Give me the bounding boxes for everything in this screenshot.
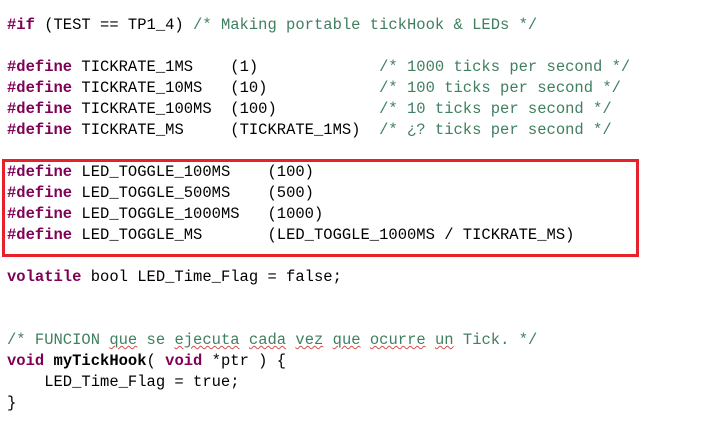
- macro-name: TICKRATE_1MS: [72, 58, 231, 76]
- keyword: #if: [7, 16, 35, 34]
- macro-name: TICKRATE_100MS: [72, 100, 231, 118]
- macro-name: LED_TOGGLE_1000MS: [72, 205, 268, 223]
- define-tickrate-10ms: #define TICKRATE_10MS (10) /* 100 ticks …: [7, 78, 621, 98]
- define-led-toggle-500ms: #define LED_TOGGLE_500MS (500): [7, 183, 314, 203]
- comment-word: un: [434, 331, 454, 349]
- macro-value: (TICKRATE_1MS): [230, 121, 380, 139]
- code-editor[interactable]: #if (TEST == TP1_4) /* Making portable t…: [0, 0, 727, 436]
- comment-word: que: [332, 331, 361, 349]
- code-text: *ptr ) {: [202, 352, 287, 370]
- macro-value: (1): [230, 58, 380, 76]
- comment-text: [361, 331, 370, 349]
- comment-text: /* FUNCION: [7, 331, 110, 349]
- volatile-declaration: volatile bool LED_Time_Flag = false;: [7, 267, 342, 287]
- keyword: volatile: [7, 268, 82, 286]
- define-led-toggle-1000ms: #define LED_TOGGLE_1000MS (1000): [7, 204, 323, 224]
- comment-word: que: [109, 331, 138, 349]
- code-comment: /* ¿? ticks per second */: [379, 121, 612, 139]
- keyword: #define: [7, 100, 73, 118]
- keyword: void: [165, 352, 203, 370]
- comment-text: se: [137, 331, 175, 349]
- code-comment: /* 1000 ticks per second */: [379, 58, 631, 76]
- macro-name: TICKRATE_10MS: [72, 79, 231, 97]
- keyword: #define: [7, 121, 73, 139]
- comment-word: cada: [248, 331, 287, 349]
- macro-value: (500): [267, 184, 314, 202]
- comment-text: [426, 331, 435, 349]
- comment-word: ocurre: [369, 331, 426, 349]
- comment-text: Tick. */: [453, 331, 538, 349]
- macro-value: (100): [230, 100, 380, 118]
- function-comment: /* FUNCION que se ejecuta cada vez que o…: [7, 330, 537, 350]
- comment-text: [323, 331, 332, 349]
- define-tickrate-ms: #define TICKRATE_MS (TICKRATE_1MS) /* ¿?…: [7, 120, 612, 140]
- comment-text: [240, 331, 249, 349]
- define-led-toggle-100ms: #define LED_TOGGLE_100MS (100): [7, 162, 314, 182]
- macro-value: (1000): [267, 205, 324, 223]
- macro-name: LED_TOGGLE_500MS: [72, 184, 268, 202]
- define-led-toggle-ms: #define LED_TOGGLE_MS (LED_TOGGLE_1000MS…: [7, 225, 574, 245]
- keyword: #define: [7, 205, 73, 223]
- comment-word: ejecuta: [174, 331, 240, 349]
- define-tickrate-1ms: #define TICKRATE_1MS (1) /* 1000 ticks p…: [7, 57, 630, 77]
- keyword: #define: [7, 226, 73, 244]
- function-body-line: LED_Time_Flag = true;: [7, 373, 240, 391]
- code-line-if: #if (TEST == TP1_4) /* Making portable t…: [7, 15, 537, 35]
- code-comment: /* 100 ticks per second */: [379, 79, 621, 97]
- macro-name: TICKRATE_MS: [72, 121, 231, 139]
- closing-brace: }: [7, 394, 17, 412]
- keyword: #define: [7, 58, 73, 76]
- code-comment: /* Making portable tickHook & LEDs */: [193, 16, 538, 34]
- code-comment: /* 10 ticks per second */: [379, 100, 612, 118]
- code-text: bool LED_Time_Flag = false;: [81, 268, 342, 286]
- function-signature: void myTickHook( void *ptr ) {: [7, 351, 286, 371]
- keyword: void: [7, 352, 45, 370]
- function-name: myTickHook: [44, 352, 147, 370]
- define-tickrate-100ms: #define TICKRATE_100MS (100) /* 10 ticks…: [7, 99, 612, 119]
- keyword: #define: [7, 79, 73, 97]
- keyword: #define: [7, 163, 73, 181]
- keyword: #define: [7, 184, 73, 202]
- macro-name: LED_TOGGLE_MS: [72, 226, 268, 244]
- code-text: (TEST == TP1_4): [34, 16, 194, 34]
- macro-value: (100): [267, 163, 314, 181]
- code-text: (: [146, 352, 166, 370]
- macro-name: LED_TOGGLE_100MS: [72, 163, 268, 181]
- macro-value: (10): [230, 79, 380, 97]
- comment-word: vez: [295, 331, 324, 349]
- macro-value: (LED_TOGGLE_1000MS / TICKRATE_MS): [267, 226, 575, 244]
